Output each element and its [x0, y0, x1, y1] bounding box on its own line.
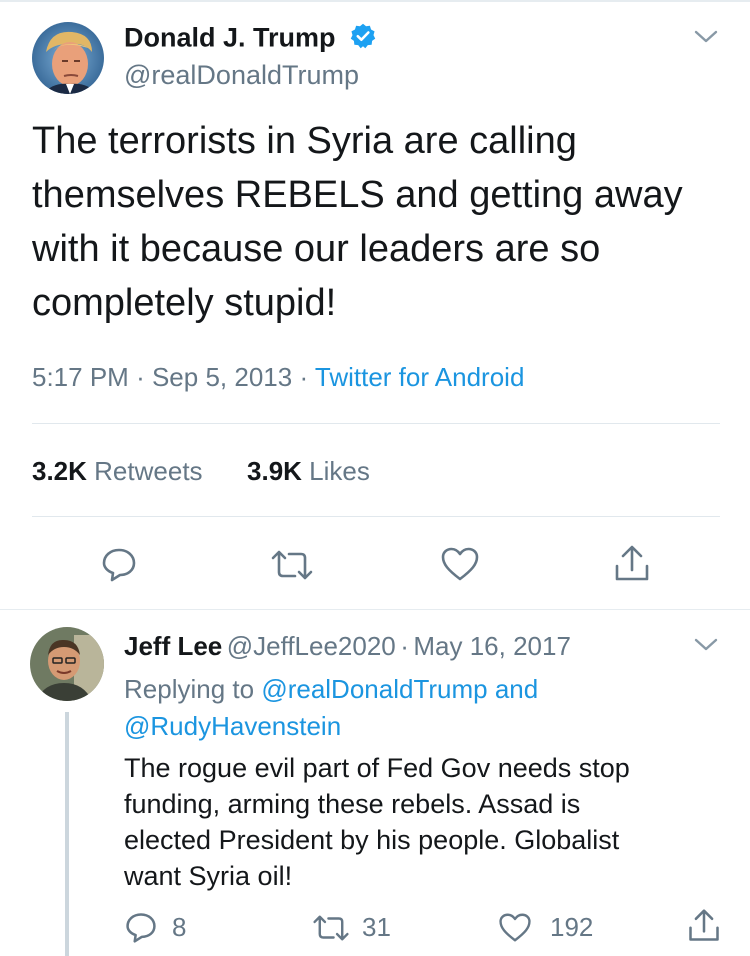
thread-line: [65, 712, 69, 956]
main-tweet-meta: 5:17 PM · Sep 5, 2013 · Twitter for Andr…: [32, 362, 524, 393]
top-border: [0, 0, 750, 2]
section-divider: [0, 609, 750, 610]
tweet-date[interactable]: Sep 5, 2013: [152, 362, 292, 392]
reply-text: The rogue evil part of Fed Gov needs sto…: [124, 750, 724, 894]
replying-to-user-link[interactable]: @realDonaldTrump: [261, 674, 487, 704]
reply-text-line: funding, arming these rebels. Assad is: [124, 789, 581, 819]
tweet-text-line: completely stupid!: [32, 282, 337, 324]
reply-text-line: elected President by his people. Globali…: [124, 825, 620, 855]
chevron-down-icon[interactable]: [692, 26, 720, 46]
reply-action-retweet[interactable]: 31: [312, 912, 391, 943]
retweet-icon[interactable]: [270, 548, 314, 582]
main-tweet-author-name[interactable]: Donald J. Trump: [124, 22, 377, 57]
replying-to-line-2: @RudyHavenstein: [124, 708, 538, 745]
reply-icon[interactable]: [100, 545, 138, 583]
heart-icon[interactable]: [498, 912, 532, 943]
chevron-down-icon[interactable]: [692, 634, 720, 654]
retweet-count: 31: [362, 912, 391, 942]
reply-icon[interactable]: [124, 910, 158, 944]
retweets-count: 3.2K: [32, 456, 87, 486]
share-icon[interactable]: [686, 908, 722, 944]
meta-separator: ·: [299, 362, 309, 392]
divider: [32, 516, 720, 517]
reply-action-like[interactable]: 192: [498, 912, 593, 943]
replying-to: Replying to @realDonaldTrump and @RudyHa…: [124, 671, 538, 745]
replying-to-and[interactable]: and: [495, 674, 538, 704]
tweet-text-line: themselves REBELS and getting away: [32, 174, 683, 216]
replying-to-line-1: Replying to @realDonaldTrump and: [124, 671, 538, 708]
share-icon[interactable]: [612, 544, 652, 584]
divider: [32, 423, 720, 424]
reply-text-line: The rogue evil part of Fed Gov needs sto…: [124, 753, 630, 783]
reply-count: 8: [172, 911, 187, 942]
likes-label: Likes: [309, 456, 370, 486]
retweet-icon[interactable]: [312, 913, 350, 943]
reply-avatar[interactable]: [30, 627, 104, 701]
likes-stat[interactable]: 3.9K Likes: [247, 456, 370, 486]
tweet-source-link[interactable]: Twitter for Android: [315, 362, 525, 392]
retweets-label: Retweets: [94, 456, 203, 486]
reply-date[interactable]: May 16, 2017: [413, 631, 571, 661]
main-tweet-stats: 3.2K Retweets 3.9K Likes: [32, 456, 370, 487]
likes-count: 3.9K: [247, 456, 302, 486]
replying-to-prefix: Replying to: [124, 674, 255, 704]
main-tweet-avatar[interactable]: [32, 22, 104, 94]
replying-to-user-link[interactable]: @RudyHavenstein: [124, 711, 341, 741]
reply-header: Jeff Lee @JeffLee2020 · May 16, 2017: [124, 631, 571, 662]
retweets-stat[interactable]: 3.2K Retweets: [32, 456, 203, 486]
reply-action-reply[interactable]: 8: [124, 910, 186, 944]
reply-author-handle[interactable]: @JeffLee2020: [227, 631, 396, 661]
tweet-text-line: with it because our leaders are so: [32, 228, 601, 270]
reply-author-name[interactable]: Jeff Lee: [124, 631, 222, 661]
tweet-time[interactable]: 5:17 PM: [32, 362, 129, 392]
tweet-text-line: The terrorists in Syria are calling: [32, 120, 577, 162]
author-name-text[interactable]: Donald J. Trump: [124, 23, 336, 53]
main-tweet-author-handle[interactable]: @realDonaldTrump: [124, 60, 359, 91]
verified-badge-icon: [349, 22, 377, 57]
meta-separator: ·: [400, 631, 409, 661]
heart-icon[interactable]: [440, 546, 480, 582]
meta-separator: ·: [136, 362, 145, 392]
reply-text-line: want Syria oil!: [124, 861, 293, 891]
like-count: 192: [550, 912, 594, 942]
main-tweet-text: The terrorists in Syria are calling them…: [32, 114, 732, 330]
